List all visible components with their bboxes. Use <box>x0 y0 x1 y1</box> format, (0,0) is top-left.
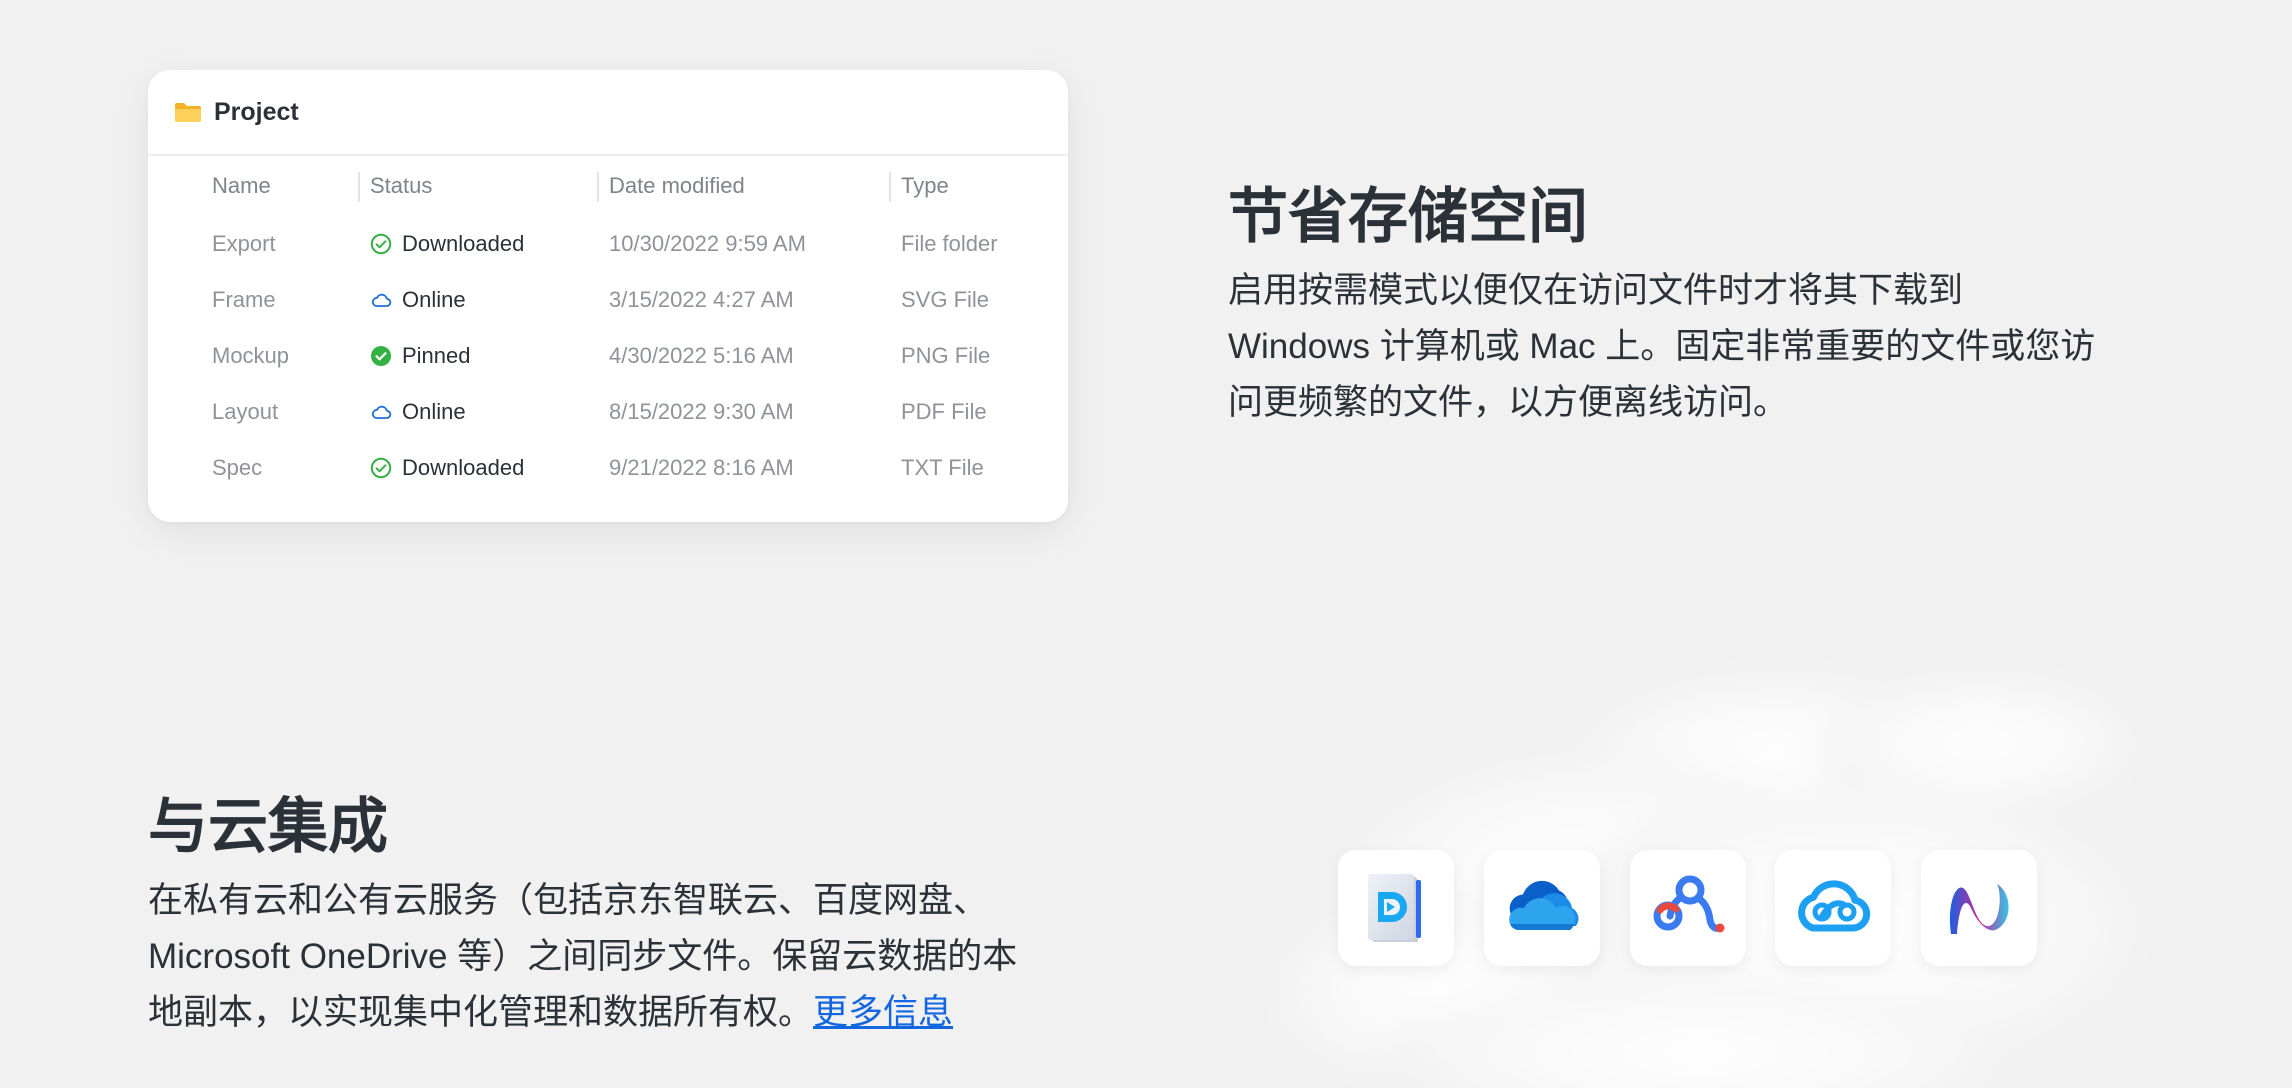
file-name: Spec <box>212 455 263 480</box>
file-name: Layout <box>212 399 279 424</box>
folder-icon <box>175 103 201 122</box>
storage-section-heading: 节省存储空间 <box>1228 183 1588 250</box>
file-status: Downloaded <box>370 440 524 496</box>
file-status-label: Online <box>402 287 466 312</box>
column-header-status[interactable]: Status <box>370 156 432 216</box>
cloud-outline-icon <box>371 293 392 307</box>
file-status-label: Pinned <box>402 343 471 368</box>
onedrive-app-tile <box>1484 850 1600 966</box>
table-row[interactable]: Spec Downloaded 9/21/2022 8:16 AM TXT Fi… <box>148 440 1068 496</box>
column-divider[interactable] <box>597 172 599 202</box>
file-date-modified: 3/15/2022 4:27 AM <box>609 287 794 312</box>
description-line: Windows 计算机或 Mac 上。固定非常重要的文件或您访 <box>1228 327 2096 366</box>
file-type: SVG File <box>901 287 990 312</box>
file-name: Export <box>212 231 276 256</box>
baidu-netdisk-app-tile <box>1630 850 1746 966</box>
cloud-section-heading: 与云集成 <box>148 793 388 860</box>
file-date-modified: 10/30/2022 9:59 AM <box>609 231 806 256</box>
card-title: Project <box>214 97 299 126</box>
card-header: Project <box>148 70 1068 156</box>
file-date-modified: 4/30/2022 5:16 AM <box>609 343 794 368</box>
file-status-label: Downloaded <box>402 231 525 256</box>
nas-app-tile <box>1921 850 2037 966</box>
cloud-section-description: 在私有云和公有云服务（包括京东智联云、百度网盘、 Microsoft OneDri… <box>148 873 1088 1041</box>
file-status: Pinned <box>370 328 471 384</box>
tencent-cloud-app-tile <box>1775 850 1891 966</box>
cloud-outline-icon <box>371 405 392 419</box>
jd-cloud-icon <box>1368 874 1421 942</box>
description-line: Microsoft OneDrive 等）之间同步文件。保留云数据的本 <box>148 937 1018 976</box>
table-row[interactable]: Mockup Pinned 4/30/2022 5:16 AM PNG File <box>148 328 1068 384</box>
table-row[interactable]: Frame Online 3/15/2022 4:27 AM SVG File <box>148 272 1068 328</box>
file-status: Online <box>370 272 466 328</box>
onedrive-icon <box>1509 880 1579 930</box>
baidu-netdisk-icon <box>1653 875 1725 933</box>
file-table: Name Status Date modified Type Export Do… <box>148 156 1068 496</box>
nas-app-icon <box>1949 884 2009 934</box>
file-date-modified: 9/21/2022 8:16 AM <box>609 455 794 480</box>
file-name: Frame <box>212 287 276 312</box>
file-explorer-card: Project Name Status Date modified Type E… <box>148 70 1068 522</box>
file-type: File folder <box>901 231 998 256</box>
file-status-label: Online <box>402 399 466 424</box>
file-status-label: Downloaded <box>402 455 525 480</box>
check-circle-outline-icon <box>370 233 392 255</box>
file-name: Mockup <box>212 343 290 368</box>
file-type: PDF File <box>901 399 987 424</box>
jd-cloud-app-tile <box>1338 850 1454 966</box>
description-line: 地副本，以实现集中化管理和数据所有权。 <box>148 993 814 1032</box>
storage-section-description: 启用按需模式以便仅在访问文件时才将其下载到 Windows 计算机或 Mac 上。… <box>1228 263 2168 431</box>
description-line: 问更频繁的文件，以方便离线访问。 <box>1228 383 1789 422</box>
tencent-cloud-icon <box>1798 880 1871 932</box>
file-type: PNG File <box>901 343 991 368</box>
column-header-name[interactable]: Name <box>212 156 271 216</box>
more-info-link[interactable]: 更多信息 <box>813 993 953 1032</box>
column-header-date-modified[interactable]: Date modified <box>609 156 745 216</box>
check-circle-outline-icon <box>370 457 392 479</box>
table-row[interactable]: Export Downloaded 10/30/2022 9:59 AM Fil… <box>148 216 1068 272</box>
column-divider[interactable] <box>358 172 360 202</box>
file-status: Downloaded <box>370 216 524 272</box>
table-row[interactable]: Layout Online 8/15/2022 9:30 AM PDF File <box>148 384 1068 440</box>
description-line: 启用按需模式以便仅在访问文件时才将其下载到 <box>1228 271 1964 310</box>
file-type: TXT File <box>901 455 984 480</box>
file-date-modified: 8/15/2022 9:30 AM <box>609 399 794 424</box>
column-header-type[interactable]: Type <box>901 156 949 216</box>
check-circle-filled-icon <box>371 346 391 366</box>
table-header-row: Name Status Date modified Type <box>148 156 1068 216</box>
file-status: Online <box>370 384 466 440</box>
description-line: 在私有云和公有云服务（包括京东智联云、百度网盘、 <box>148 881 989 920</box>
column-divider[interactable] <box>889 172 891 202</box>
